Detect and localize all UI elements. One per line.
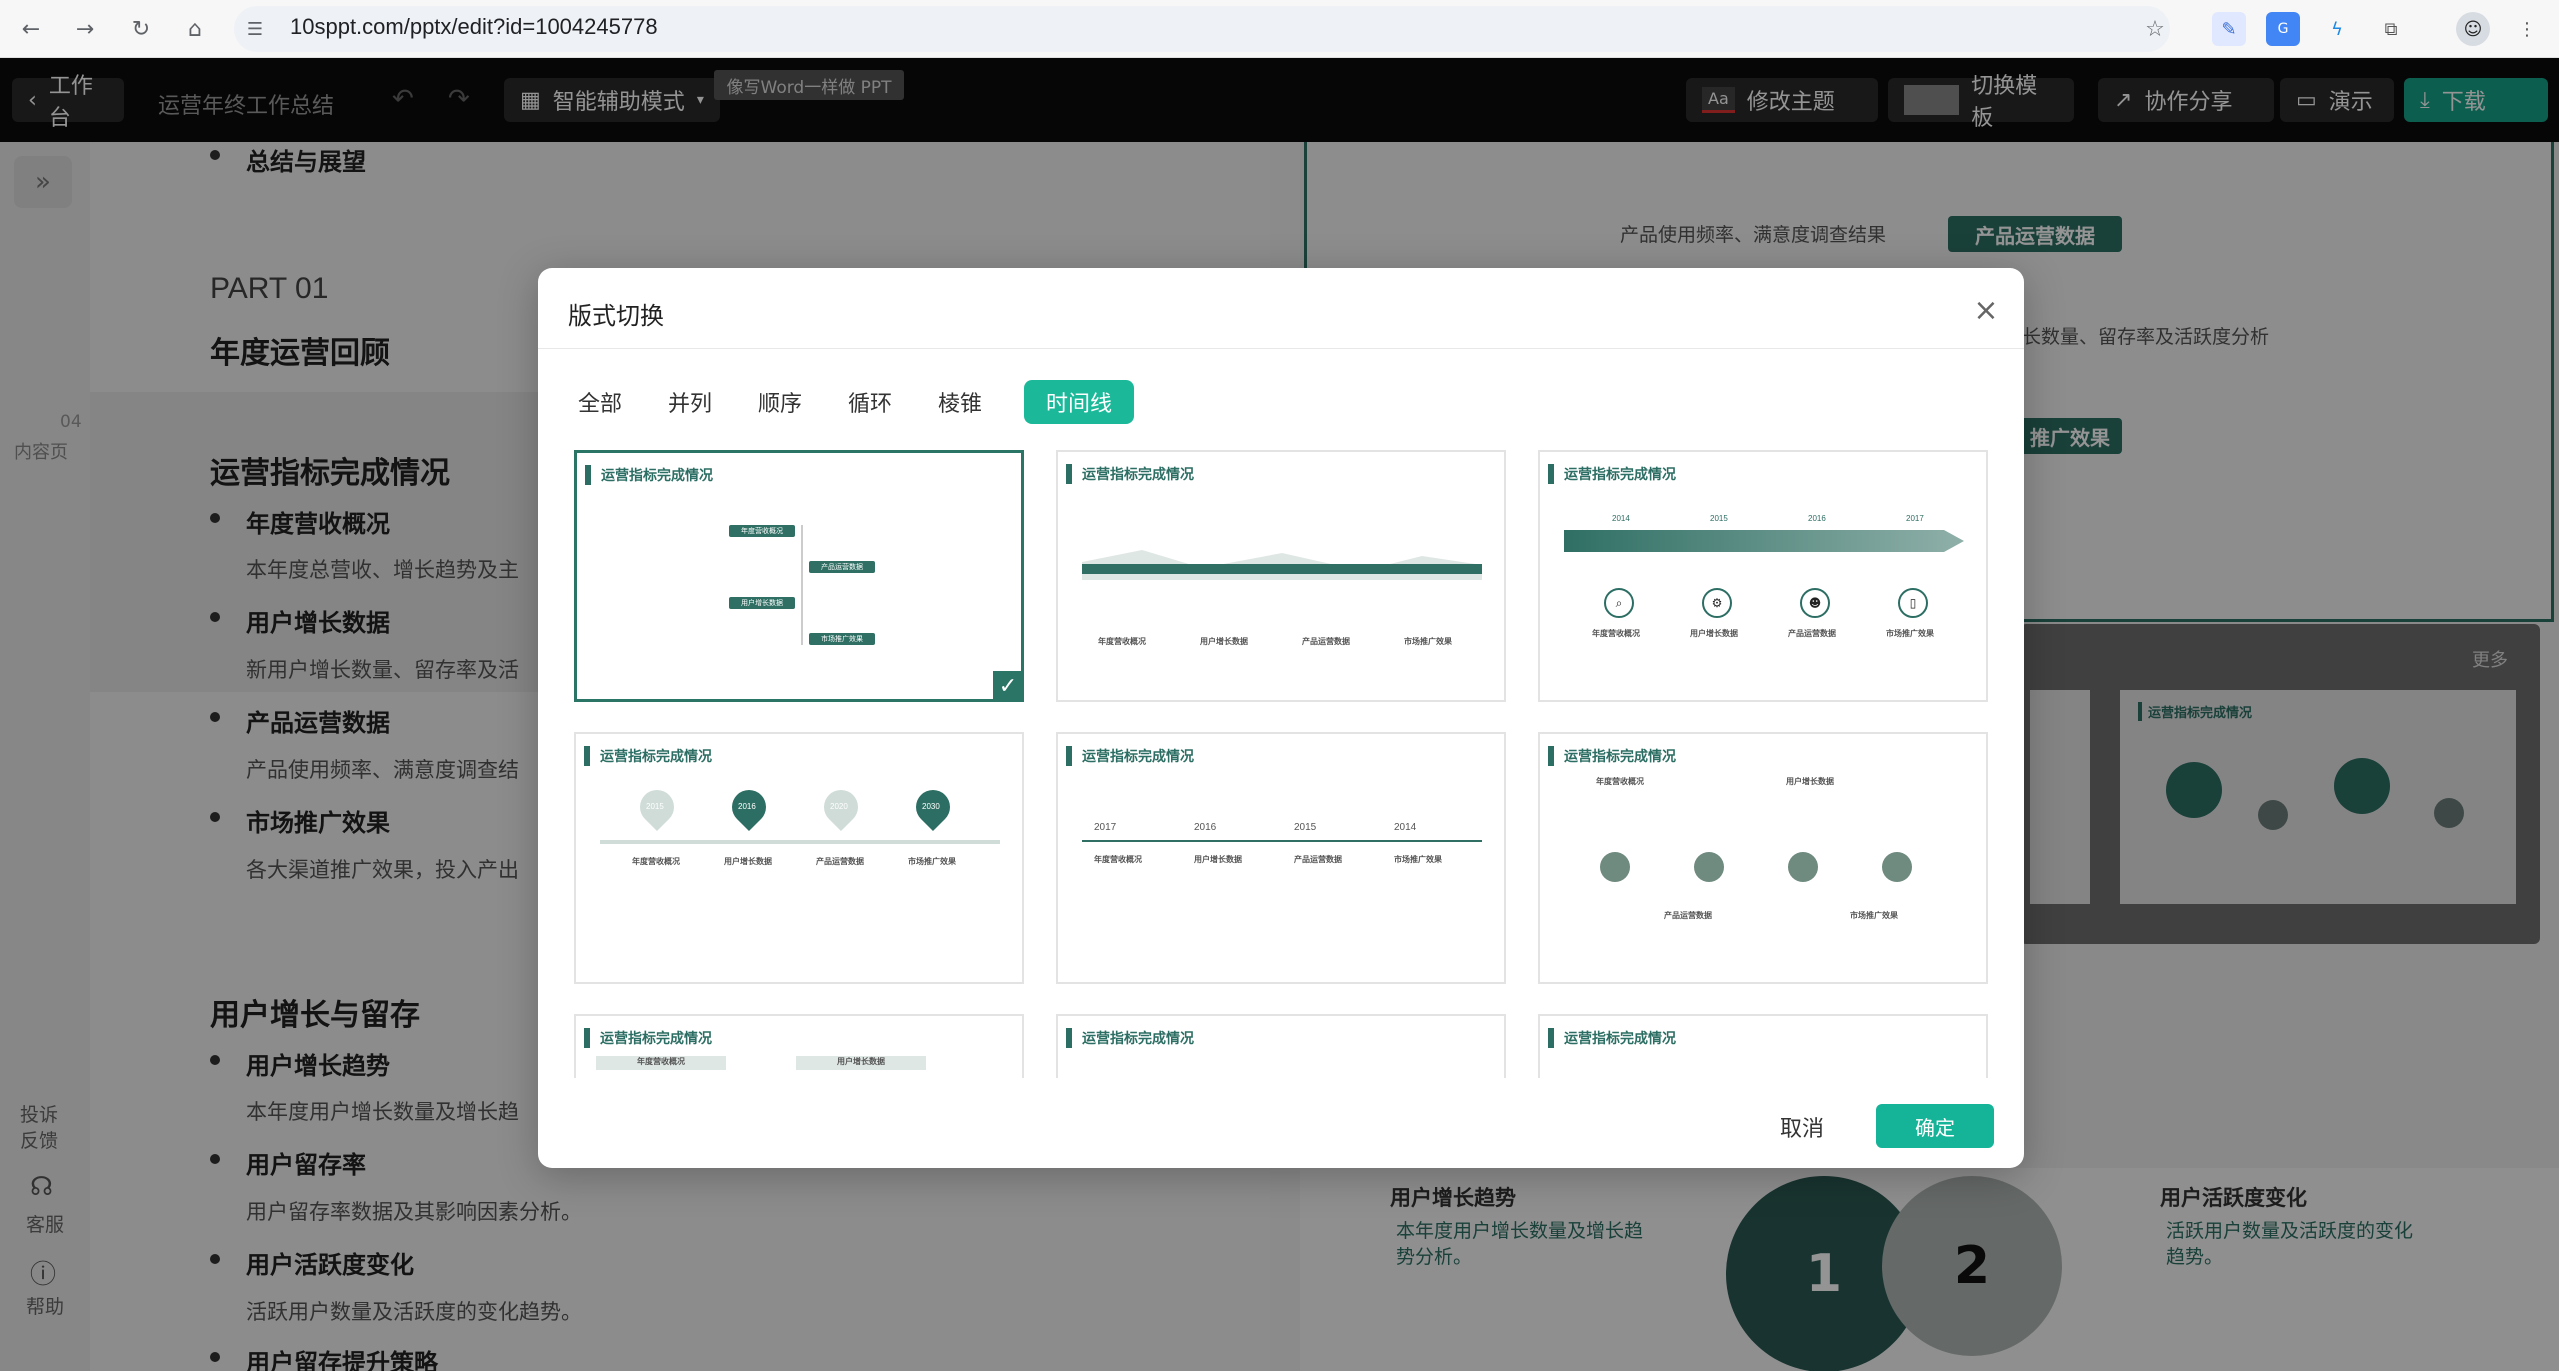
dialog-title: 版式切换 [568,303,664,330]
timeline-item-label: 市场推广效果 [1404,637,1452,646]
year-label: 2017 [1906,514,1924,523]
timeline-arrow [1564,530,1964,552]
timeline-item-label: 市场推广效果 [1394,855,1442,864]
milestone-circle [1694,852,1724,882]
timeline-axis [801,525,803,645]
card-title: 运营指标完成情况 [1548,746,1676,766]
site-settings-icon[interactable]: ☰ [238,12,272,46]
year-label: 2020 [830,802,848,811]
year-label: 2014 [1612,514,1630,523]
tab-all[interactable]: 全部 [568,380,632,424]
timeline-axis [1082,840,1482,842]
timeline-item-label: 产品运营数据 [1788,629,1836,638]
timeline-item-label: 年度营收概况 [1592,629,1640,638]
milestone-circle [1600,852,1630,882]
browser-menu-icon[interactable]: ⋮ [2510,12,2544,46]
year-label: 2015 [1294,822,1317,833]
extension-pen-icon[interactable]: ✎ [2212,12,2246,46]
card-title: 运营指标完成情况 [1066,746,1194,766]
card-title: 运营指标完成情况 [1066,1028,1194,1048]
phone-icon: ▯ [1898,588,1928,618]
timeline-item-label: 年度营收概况 [1094,855,1142,864]
year-label: 2016 [1808,514,1826,523]
cancel-button[interactable]: 取消 [1762,1106,1842,1148]
lightning-icon[interactable]: ϟ [2320,12,2354,46]
reload-icon[interactable]: ↻ [124,12,158,46]
timeline-item-label: 用户增长数据 [1690,629,1738,638]
card-row-clipped: 运营指标完成情况 年度营收概况 用户增长数据 运营指标完成情况 运营指标完成情况 [568,1012,1998,1078]
back-arrow-icon[interactable]: ← [14,12,48,46]
timeline-item-label: 用户增长数据 [796,1056,926,1070]
forward-arrow-icon[interactable]: → [68,12,102,46]
layout-card[interactable]: 运营指标完成情况 年度营收概况 用户增长数据 产品运营数据 市场推广效果 [1538,732,1988,984]
milestone-circle [1882,852,1912,882]
tab-timeline[interactable]: 时间线 [1024,380,1134,424]
card-title: 运营指标完成情况 [585,465,713,485]
year-label: 2015 [1710,514,1728,523]
timeline-pill: 年度营收概况 [729,525,795,537]
layout-card[interactable]: 运营指标完成情况 2015 2016 2020 2030 年度营收概况 用户增长… [574,732,1024,984]
timeline-item-label: 年度营收概况 [596,1056,726,1070]
timeline-item-label: 产品运营数据 [1302,637,1350,646]
translate-icon[interactable]: G [2266,12,2300,46]
card-title: 运营指标完成情况 [1548,464,1676,484]
layout-card[interactable]: 运营指标完成情况 年度营收概况 产品运营数据 用户增长数据 市场推广效果 ✓ [574,450,1024,702]
close-icon[interactable]: × [1966,290,2006,330]
year-label: 2014 [1394,822,1417,833]
milestone-circle [1788,852,1818,882]
card-title: 运营指标完成情况 [1066,464,1194,484]
timeline-item-label: 年度营收概况 [1596,777,1644,786]
layout-card[interactable]: 运营指标完成情况 [1538,1014,1988,1078]
timeline-pill: 产品运营数据 [809,561,875,573]
timeline-item-label: 年度营收概况 [632,857,680,866]
layout-card[interactable]: 运营指标完成情况 [1056,1014,1506,1078]
tab-sequence[interactable]: 顺序 [748,380,812,424]
card-title: 运营指标完成情况 [584,1028,712,1048]
timeline-item-label: 用户增长数据 [1194,855,1242,864]
tab-parallel[interactable]: 并列 [658,380,722,424]
year-label: 2017 [1094,822,1117,833]
browser-toolbar: ← → ↻ ⌂ ☰ 10sppt.com/pptx/edit?id=100424… [0,0,2559,58]
gear-icon: ⚙ [1702,588,1732,618]
timeline-item-label: 产品运营数据 [1664,911,1712,920]
layout-card[interactable]: 运营指标完成情况 年度营收概况 用户增长数据 [574,1014,1024,1078]
tab-cycle[interactable]: 循环 [838,380,902,424]
card-title: 运营指标完成情况 [1548,1028,1676,1048]
home-icon[interactable]: ⌂ [178,12,212,46]
timeline-item-label: 市场推广效果 [908,857,956,866]
year-label: 2015 [646,802,664,811]
divider [538,348,2024,349]
timeline-item-label: 用户增长数据 [1200,637,1248,646]
search-icon: ⌕ [1604,588,1634,618]
timeline-item-label: 产品运营数据 [1294,855,1342,864]
year-label: 2016 [738,802,756,811]
tab-pyramid[interactable]: 棱锥 [928,380,992,424]
layout-card[interactable]: 运营指标完成情况 年度营收概况 用户增长数据 产品运营数据 市场推广效果 [1056,450,1506,702]
timeline-axis [600,840,1000,844]
timeline-item-label: 市场推广效果 [1886,629,1934,638]
timeline-bar [1082,564,1482,574]
confirm-button[interactable]: 确定 [1876,1104,1994,1148]
timeline-pill: 用户增长数据 [729,597,795,609]
card-title: 运营指标完成情况 [584,746,712,766]
check-icon: ✓ [993,671,1021,699]
timeline-item-label: 年度营收概况 [1098,637,1146,646]
layout-card[interactable]: 运营指标完成情况 2017 2016 2015 2014 年度营收概况 用户增长… [1056,732,1506,984]
timeline-item-label: 产品运营数据 [816,857,864,866]
timeline-item-label: 用户增长数据 [1786,777,1834,786]
url-text[interactable]: 10sppt.com/pptx/edit?id=1004245778 [290,14,658,40]
extensions-puzzle-icon[interactable]: ⧉ [2374,12,2408,46]
year-label: 2016 [1194,822,1217,833]
layout-switch-dialog: 版式切换 × 全部 并列 顺序 循环 棱锥 时间线 运营指标完成情况 年度营收概… [538,268,2024,1168]
layout-card[interactable]: 运营指标完成情况 2014 2015 2016 2017 ⌕ ⚙ ☻ ▯ 年度营… [1538,450,1988,702]
user-icon: ☻ [1800,588,1830,618]
year-label: 2030 [922,802,940,811]
timeline-item-label: 用户增长数据 [724,857,772,866]
timeline-item-label: 市场推广效果 [1850,911,1898,920]
timeline-pill: 市场推广效果 [809,633,875,645]
profile-avatar[interactable]: ☺ [2456,12,2490,46]
bookmark-star-icon[interactable]: ☆ [2138,12,2172,46]
